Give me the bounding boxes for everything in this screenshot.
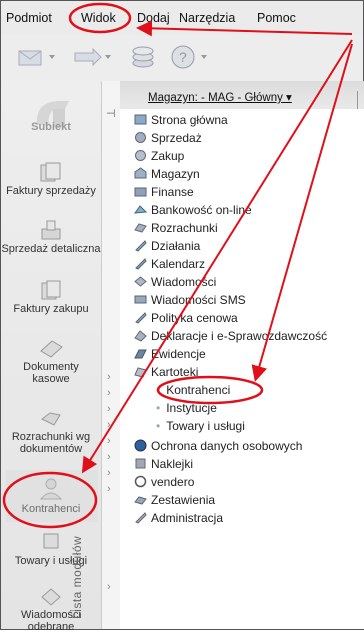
module-zakup[interactable]: Zakup <box>134 147 184 165</box>
home-icon <box>134 114 147 125</box>
module-dzialania[interactable]: Działania <box>134 237 200 255</box>
module-wiadomosci-sms[interactable]: Wiadomości SMS <box>134 291 246 309</box>
labels-icon <box>135 458 146 469</box>
cash-documents-icon <box>40 340 63 358</box>
sub-towary-i-uslugi[interactable]: • Towary i usługi <box>156 417 245 435</box>
module-zestawienia[interactable]: Zestawienia <box>134 491 215 509</box>
module-finanse[interactable]: Finanse <box>134 183 194 201</box>
menu-podmiot[interactable]: Podmiot <box>6 11 52 25</box>
nav-faktury-sprzedazy[interactable]: Faktury sprzedaży <box>1 161 101 197</box>
module-kartoteki[interactable]: Kartoteki <box>134 363 198 381</box>
data-protection-icon <box>134 439 147 452</box>
module-rozrachunki[interactable]: Rozrachunki <box>134 219 218 237</box>
declarations-icon <box>134 330 147 342</box>
chevron-right-icon: › <box>107 371 111 383</box>
purchase-invoice-icon <box>41 280 61 300</box>
sync-button[interactable] <box>127 43 161 71</box>
menu-widok[interactable]: Widok <box>81 11 116 25</box>
panel-header: Magazyn: - MAG - Główny ▾ <box>120 81 364 109</box>
reports-icon <box>134 496 147 505</box>
envelope-arrow-icon <box>18 50 55 66</box>
admin-icon <box>135 512 147 524</box>
pin-icon[interactable]: ⊣ <box>106 107 116 120</box>
forward-button[interactable] <box>71 43 115 71</box>
module-strona-glowna[interactable]: Strona główna <box>134 111 228 129</box>
stack-icon <box>132 46 154 68</box>
module-bankowosc[interactable]: Bankowość on-line <box>134 201 252 219</box>
banking-icon <box>134 205 147 214</box>
module-wiadomosci[interactable]: Wiadomości <box>134 273 216 291</box>
left-navigation: Subiekt Faktury sprzedaży Sprzedaż detal… <box>1 81 101 633</box>
calendar-icon <box>135 258 147 270</box>
help-button[interactable]: ? <box>169 43 213 71</box>
chevron-right-icon: › <box>107 435 111 447</box>
purchase-icon <box>135 150 146 161</box>
module-administracja[interactable]: Administracja <box>134 509 223 527</box>
nav-towary-i-uslugi[interactable]: Towary i usługi <box>1 531 101 567</box>
settlements-icon <box>134 223 147 233</box>
module-list-title: Lista modułów <box>70 535 84 619</box>
invoice-icon <box>40 162 61 182</box>
nav-rozrachunki-wg-dokumentow[interactable]: Rozrachunki wg dokumentów <box>1 407 101 455</box>
new-document-button[interactable] <box>15 43 59 71</box>
module-naklejki[interactable]: Naklejki <box>134 455 193 473</box>
settlements-icon <box>41 412 61 426</box>
menu-narzedzia[interactable]: Narzędzia <box>179 11 235 25</box>
forward-arrow-icon <box>74 47 111 67</box>
panel-divider <box>357 91 364 109</box>
module-polityka-cenowa[interactable]: Polityka cenowa <box>134 309 238 327</box>
warehouse-icon <box>134 167 147 179</box>
chevron-right-icon: › <box>107 581 111 593</box>
module-vendero[interactable]: vendero <box>134 473 194 491</box>
nav-faktury-zakupu[interactable]: Faktury zakupu <box>1 279 101 315</box>
subiekt-logo-icon <box>36 101 69 127</box>
sub-kontrahenci[interactable]: • Kontrahenci <box>156 381 230 399</box>
finance-icon <box>134 187 147 197</box>
sub-instytucje[interactable]: • Instytucje <box>156 399 217 417</box>
module-list-strip: ⊣ › › › › › › › › › Lista modułów <box>70 81 121 629</box>
module-deklaracje[interactable]: Deklaracje i e-Sprawozdawczość <box>134 327 327 345</box>
retail-icon <box>41 220 61 240</box>
module-kalendarz[interactable]: Kalendarz <box>134 255 205 273</box>
chevron-right-icon: › <box>107 451 111 463</box>
actions-icon <box>135 240 147 252</box>
svg-text:?: ? <box>179 49 187 65</box>
help-icon: ? <box>171 45 207 69</box>
toolbar: ? <box>1 35 363 81</box>
nav-kontrahenci[interactable]: Kontrahenci <box>1 477 101 515</box>
nav-sprzedaz-detaliczna[interactable]: Sprzedaż detaliczna <box>1 219 101 255</box>
goods-icon <box>43 533 59 549</box>
module-ewidencje[interactable]: Ewidencje <box>134 345 206 363</box>
chevron-right-icon: › <box>107 387 111 399</box>
sms-icon <box>134 295 147 304</box>
pricing-icon <box>135 312 147 324</box>
messages-icon <box>41 588 61 606</box>
logo-text: Subiekt <box>31 121 71 133</box>
nav-wiadomosci-odebrane[interactable]: Wiadomości odebrane <box>1 585 101 633</box>
messages-icon <box>134 276 147 287</box>
vendero-icon <box>134 475 147 488</box>
sales-icon <box>135 132 146 143</box>
chevron-right-icon: › <box>107 403 111 415</box>
catalogs-icon <box>134 367 147 378</box>
nav-dokumenty-kasowe[interactable]: Dokumenty kasowe <box>1 337 101 385</box>
chevron-right-icon: › <box>107 419 111 431</box>
menu-bar: Podmiot Widok Dodaj Narzędzia Pomoc <box>1 1 363 35</box>
menu-dodaj[interactable]: Dodaj <box>137 11 170 25</box>
contractors-icon <box>39 478 63 500</box>
records-icon <box>134 349 147 359</box>
module-magazyn[interactable]: Magazyn <box>134 165 200 183</box>
chevron-right-icon: › <box>107 467 111 479</box>
chevron-right-icon: › <box>107 483 111 495</box>
module-panel: Magazyn: - MAG - Główny ▾ Strona główna … <box>120 81 364 629</box>
module-ochrona-danych[interactable]: Ochrona danych osobowych <box>134 437 302 455</box>
module-sprzedaz[interactable]: Sprzedaż <box>134 129 202 147</box>
menu-pomoc[interactable]: Pomoc <box>257 11 296 25</box>
warehouse-selector[interactable]: Magazyn: - MAG - Główny ▾ <box>148 90 292 104</box>
